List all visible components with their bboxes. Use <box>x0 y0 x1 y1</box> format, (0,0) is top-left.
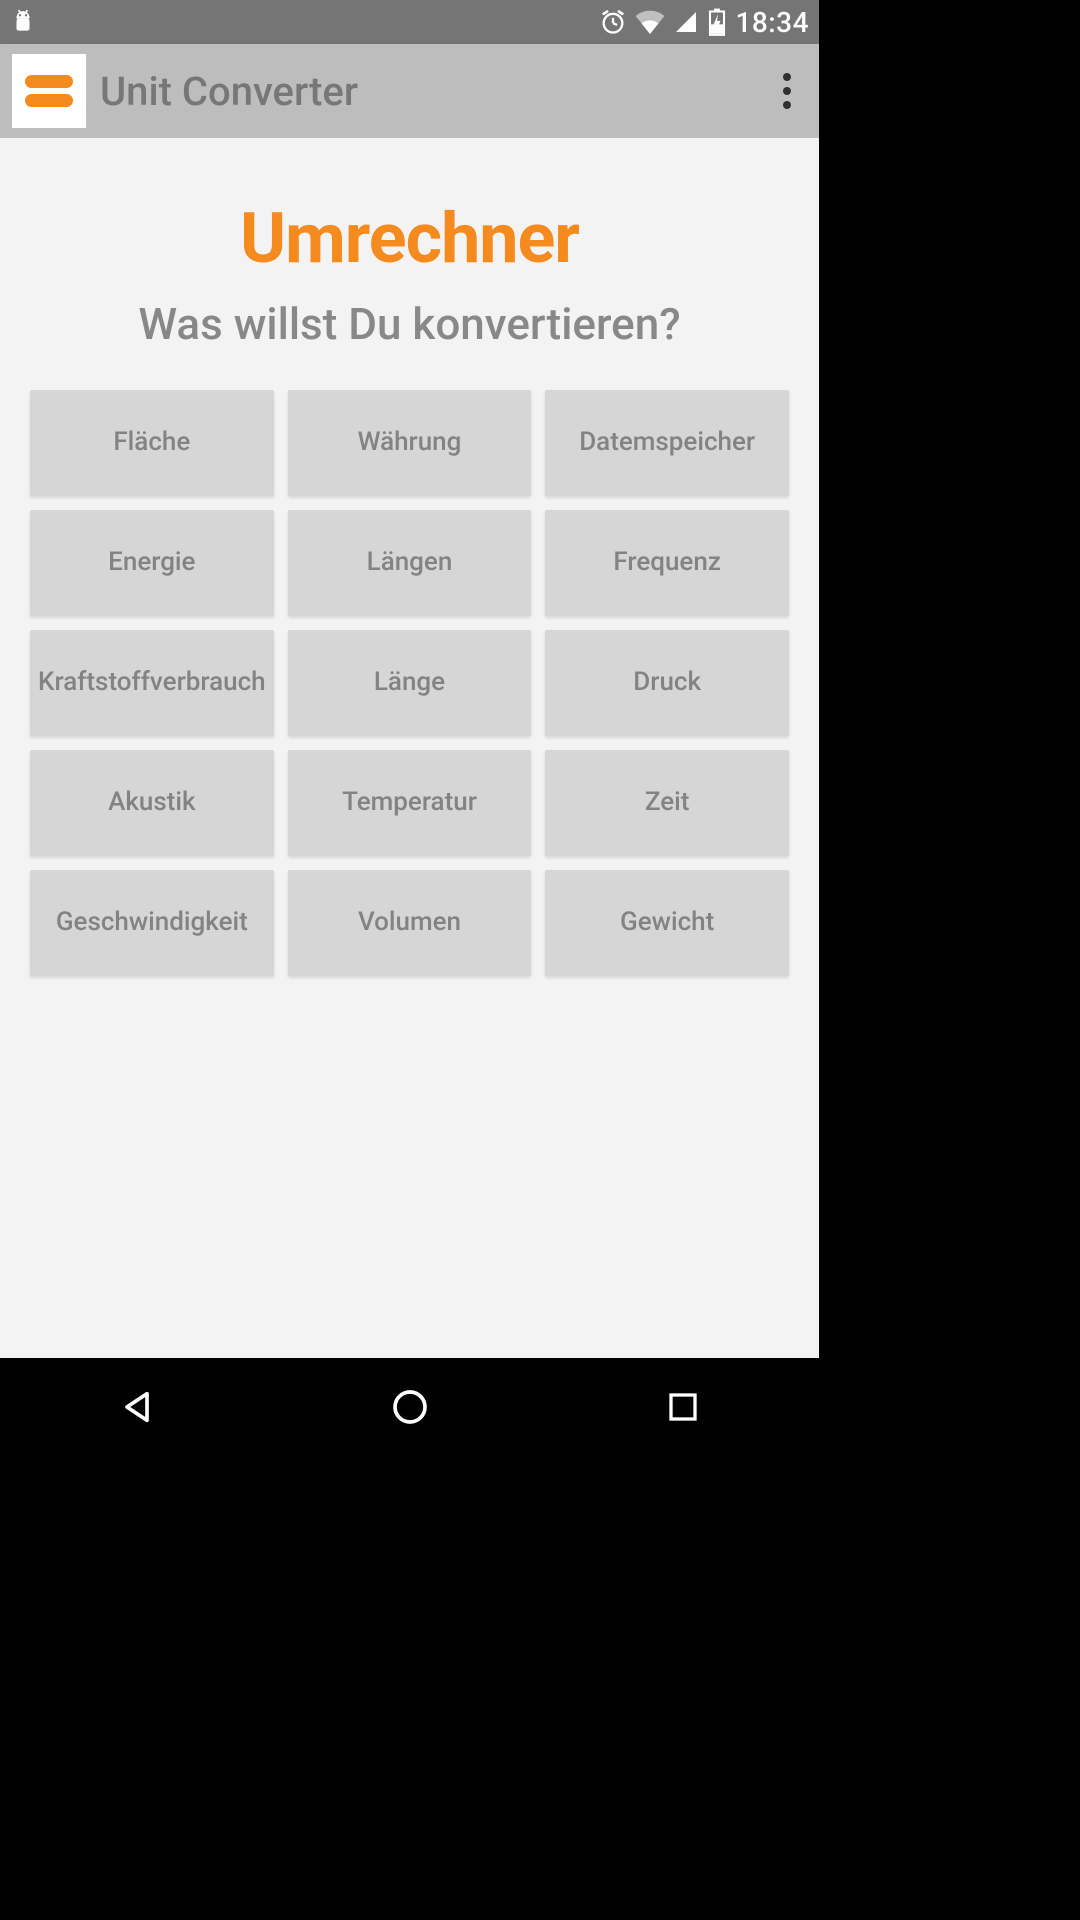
tile-label: Frequenz <box>613 548 721 578</box>
battery-charging-icon <box>707 8 727 36</box>
category-tile-length[interactable]: Länge <box>288 630 532 736</box>
nav-home-button[interactable] <box>350 1377 470 1437</box>
tile-label: Energie <box>108 548 195 578</box>
tile-label: Währung <box>358 428 462 458</box>
overflow-menu-button[interactable] <box>767 61 807 121</box>
app-title: Unit Converter <box>100 68 358 115</box>
tile-label: Längen <box>367 548 453 578</box>
category-grid: Fläche Währung Datemspeicher Energie Län… <box>30 390 789 976</box>
status-bar: 18:34 <box>0 0 819 44</box>
tile-label: Akustik <box>108 788 195 818</box>
category-tile-speed[interactable]: Geschwindigkeit <box>30 870 274 976</box>
tile-label: Datemspeicher <box>579 428 755 458</box>
navigation-bar <box>0 1358 819 1456</box>
category-tile-pressure[interactable]: Druck <box>545 630 789 736</box>
page-heading: Umrechner <box>240 198 579 280</box>
alarm-icon <box>599 8 627 36</box>
category-tile-frequency[interactable]: Frequenz <box>545 510 789 616</box>
tile-label: Fläche <box>113 428 190 458</box>
category-tile-acoustics[interactable]: Akustik <box>30 750 274 856</box>
tile-label: Druck <box>633 668 701 698</box>
wifi-icon <box>635 10 665 34</box>
main-content: Umrechner Was willst Du konvertieren? Fl… <box>0 138 819 1358</box>
category-tile-datastorage[interactable]: Datemspeicher <box>545 390 789 496</box>
tile-label: Kraftstoffverbrauch <box>38 668 266 698</box>
debug-icon <box>10 8 36 36</box>
tile-label: Länge <box>374 668 445 698</box>
category-tile-lengths[interactable]: Längen <box>288 510 532 616</box>
signal-icon <box>673 10 699 34</box>
category-tile-weight[interactable]: Gewicht <box>545 870 789 976</box>
category-tile-area[interactable]: Fläche <box>30 390 274 496</box>
category-tile-temperature[interactable]: Temperatur <box>288 750 532 856</box>
tile-label: Temperatur <box>342 788 477 818</box>
category-tile-fuel[interactable]: Kraftstoffverbrauch <box>30 630 274 736</box>
app-bar: Unit Converter <box>0 44 819 138</box>
category-tile-volume[interactable]: Volumen <box>288 870 532 976</box>
tile-label: Gewicht <box>620 908 714 938</box>
app-logo-icon <box>12 54 86 128</box>
tile-label: Geschwindigkeit <box>56 908 248 938</box>
category-tile-currency[interactable]: Währung <box>288 390 532 496</box>
category-tile-energy[interactable]: Energie <box>30 510 274 616</box>
tile-label: Zeit <box>645 788 690 818</box>
screen: 18:34 Unit Converter Umrechner Was wills… <box>0 0 819 1456</box>
page-subheading: Was willst Du konvertieren? <box>138 298 680 350</box>
category-tile-time[interactable]: Zeit <box>545 750 789 856</box>
nav-back-button[interactable] <box>77 1377 197 1437</box>
tile-label: Volumen <box>358 908 461 938</box>
status-clock: 18:34 <box>735 6 809 39</box>
nav-recents-button[interactable] <box>623 1377 743 1437</box>
